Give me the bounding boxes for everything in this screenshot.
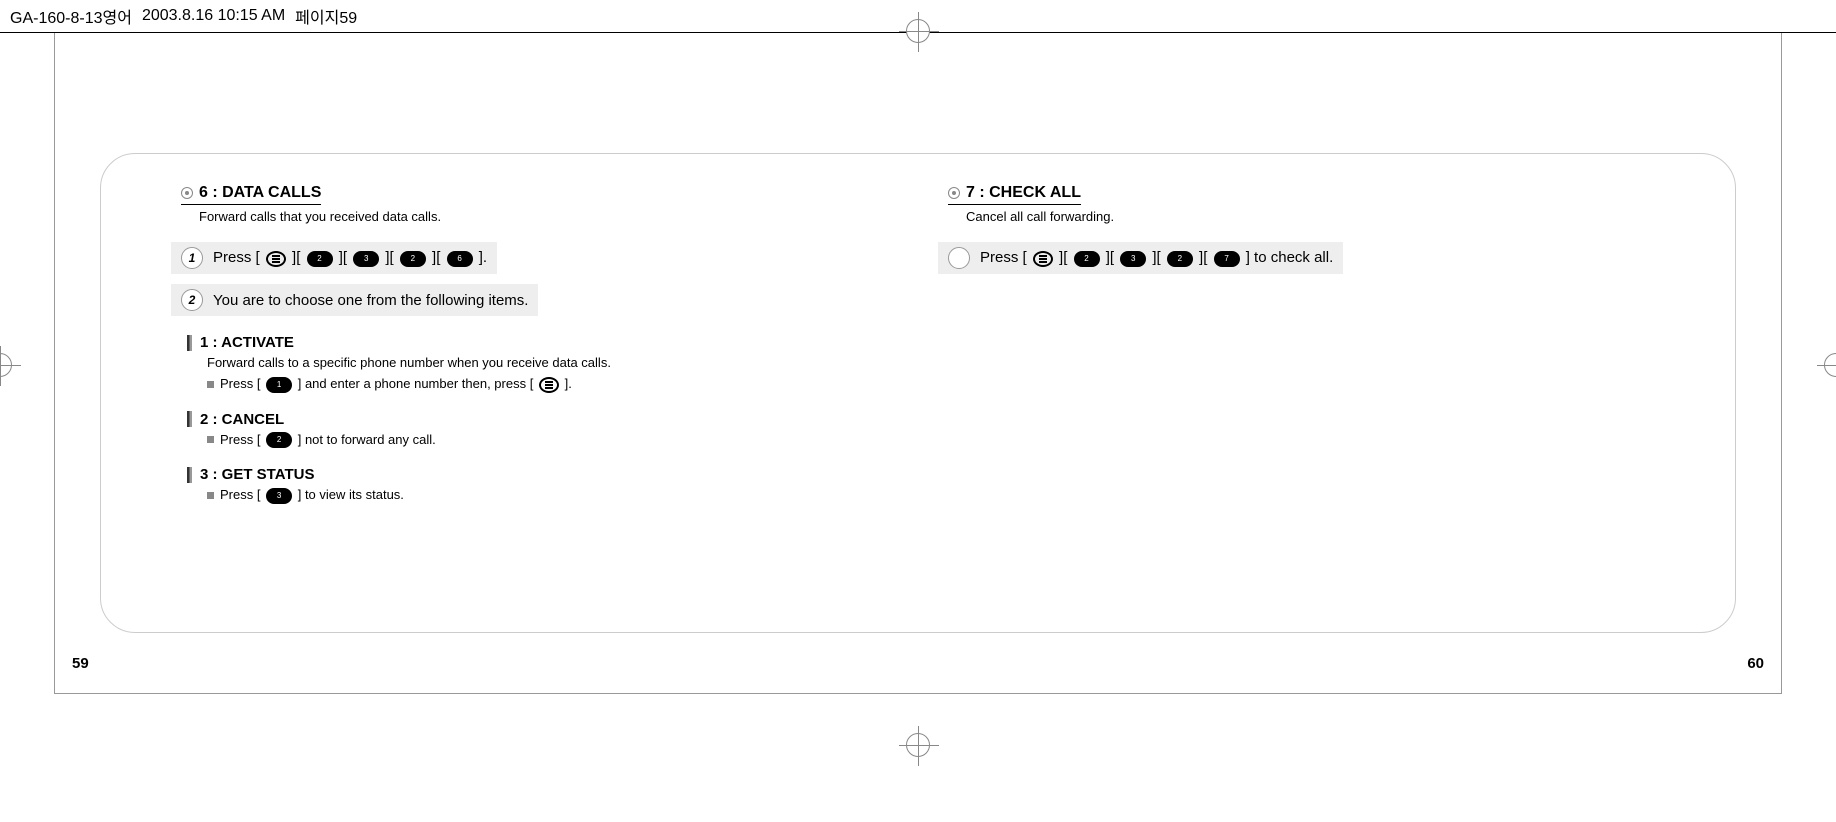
section-heading-check-all: 7 : CHECK ALL	[948, 184, 1081, 205]
bullet-text: Press [ 3 ] to view its status.	[220, 487, 404, 504]
step-check-all: Press [ ][ 2 ][ 3 ][ 2 ][ 7 ] to check a…	[938, 242, 1343, 274]
trim-line	[54, 33, 55, 693]
step-2: 2 You are to choose one from the followi…	[171, 284, 538, 316]
step-number-2: 2	[181, 289, 203, 311]
section-title: 7 : CHECK ALL	[966, 184, 1081, 202]
key-3-icon: 3	[1120, 251, 1146, 267]
key-2-icon: 2	[266, 432, 292, 448]
filename: GA-160-8-13영어	[10, 4, 132, 28]
trim-line	[1781, 33, 1782, 693]
subsection-cancel: 2 : CANCEL	[187, 411, 898, 428]
section-title: 6 : DATA CALLS	[199, 184, 321, 202]
key-3-icon: 3	[353, 251, 379, 267]
key-6-icon: 6	[447, 251, 473, 267]
section-subtitle: Cancel all call forwarding.	[966, 209, 1665, 224]
subsection-desc: Forward calls to a specific phone number…	[207, 355, 898, 370]
page-number-right: 60	[1747, 655, 1764, 672]
registration-mark-icon	[1824, 353, 1836, 377]
key-2-icon: 2	[400, 251, 426, 267]
key-3-icon: 3	[266, 488, 292, 504]
step-text: Press [ ][ 2 ][ 3 ][ 2 ][ 6 ].	[213, 249, 487, 266]
key-2-icon: 2	[1074, 251, 1100, 267]
step-number-blank	[948, 247, 970, 269]
page-left-content: 6 : DATA CALLS Forward calls that you re…	[171, 184, 898, 602]
registration-mark-icon	[906, 733, 930, 757]
square-bullet-icon	[207, 492, 214, 499]
subsection-title: 1 : ACTIVATE	[200, 334, 294, 351]
step-text: Press [ ][ 2 ][ 3 ][ 2 ][ 7 ] to check a…	[980, 249, 1333, 266]
menu-key-icon	[539, 377, 559, 393]
key-2-icon: 2	[307, 251, 333, 267]
subsection-title: 2 : CANCEL	[200, 411, 284, 428]
step-number-1: 1	[181, 247, 203, 269]
key-1-icon: 1	[266, 377, 292, 393]
section-subtitle: Forward calls that you received data cal…	[199, 209, 898, 224]
page-canvas: 6 : DATA CALLS Forward calls that you re…	[0, 33, 1836, 822]
menu-key-icon	[266, 251, 286, 267]
page-right-content: 7 : CHECK ALL Cancel all call forwarding…	[938, 184, 1665, 602]
square-bullet-icon	[207, 436, 214, 443]
bullet-target-icon	[948, 187, 960, 199]
bullet-text: Press [ 1 ] and enter a phone number the…	[220, 376, 572, 393]
menu-key-icon	[1033, 251, 1053, 267]
page-number-left: 59	[72, 655, 89, 672]
bullet-text: Press [ 2 ] not to forward any call.	[220, 432, 436, 449]
manual-spread: 6 : DATA CALLS Forward calls that you re…	[100, 153, 1736, 633]
subsection-get-status: 3 : GET STATUS	[187, 466, 898, 483]
key-7-icon: 7	[1214, 251, 1240, 267]
timestamp: 2003.8.16 10:15 AM	[142, 7, 285, 25]
vbar-icon	[187, 335, 192, 351]
bullet-target-icon	[181, 187, 193, 199]
trim-line	[54, 693, 1782, 694]
section-heading-data-calls: 6 : DATA CALLS	[181, 184, 321, 205]
subsection-activate: 1 : ACTIVATE	[187, 334, 898, 351]
step-text: You are to choose one from the following…	[213, 292, 528, 309]
subsection-title: 3 : GET STATUS	[200, 466, 314, 483]
key-2-icon: 2	[1167, 251, 1193, 267]
page-label: 페이지59	[295, 4, 357, 28]
vbar-icon	[187, 467, 192, 483]
square-bullet-icon	[207, 381, 214, 388]
registration-mark-icon	[906, 19, 930, 43]
bullet-get-status: Press [ 3 ] to view its status.	[207, 487, 898, 504]
bullet-activate: Press [ 1 ] and enter a phone number the…	[207, 376, 898, 393]
step-1: 1 Press [ ][ 2 ][ 3 ][ 2 ][ 6 ].	[171, 242, 497, 274]
vbar-icon	[187, 411, 192, 427]
registration-mark-icon	[0, 353, 12, 377]
bullet-cancel: Press [ 2 ] not to forward any call.	[207, 432, 898, 449]
